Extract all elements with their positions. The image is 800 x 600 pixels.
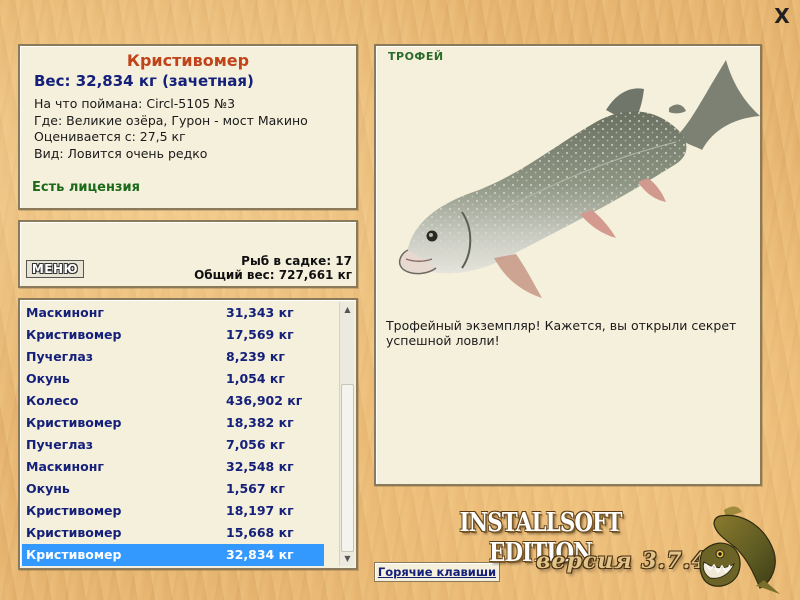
fish-list-row[interactable]: Окунь 1,054 кг	[22, 368, 324, 390]
fish-list-name: Маскинонг	[26, 459, 104, 474]
caught-with-text: На что поймана: Circl-5105 №3	[34, 96, 236, 111]
fish-image	[398, 60, 760, 298]
fish-weight: Вес: 32,834 кг (зачетная)	[34, 72, 254, 90]
fish-list-row[interactable]: Маскинонг 32,548 кг	[22, 456, 324, 478]
list-scrollbar[interactable]: ▲ ▼	[339, 302, 354, 566]
trophy-panel: ТРОФЕЙ Трофейный экземпляр! Кажется, вы …	[374, 44, 762, 486]
fish-list-row[interactable]: Кристивомер 32,834 кг	[22, 544, 324, 566]
fish-list-row[interactable]: Окунь 1,567 кг	[22, 478, 324, 500]
fish-count: Рыб в садке: 17	[241, 254, 352, 268]
license-status: Есть лицензия	[32, 180, 140, 195]
fish-list-row[interactable]: Кристивомер 15,668 кг	[22, 522, 324, 544]
trophy-description: Трофейный экземпляр! Кажется, вы открыли…	[386, 318, 737, 348]
fish-list-row[interactable]: Кристивомер 18,197 кг	[22, 500, 324, 522]
fish-list-row[interactable]: Пучеглаз 7,056 кг	[22, 434, 324, 456]
fish-list-name: Кристивомер	[26, 547, 122, 562]
fish-list-row[interactable]: Колесо 436,902 кг	[22, 390, 324, 412]
fish-list-weight: 18,382 кг	[226, 415, 294, 430]
fish-list-name: Окунь	[26, 371, 70, 386]
fish-list-weight: 436,902 кг	[226, 393, 303, 408]
fish-list-name: Пучеглаз	[26, 437, 94, 452]
fish-list-name: Маскинонг	[26, 305, 104, 320]
fish-list-weight: 7,056 кг	[226, 437, 285, 452]
fish-list-row[interactable]: Маскинонг 31,343 кг	[22, 302, 324, 324]
fish-list-weight: 32,834 кг	[226, 547, 294, 562]
trophy-label: ТРОФЕЙ	[388, 50, 444, 63]
kind-text: Вид: Ловится очень редко	[34, 145, 208, 161]
fish-list-row[interactable]: Кристивомер 18,382 кг	[22, 412, 324, 434]
menu-button[interactable]: МЕНЮ	[26, 260, 84, 278]
fish-list-name: Кристивомер	[26, 327, 122, 342]
fish-list-weight: 17,569 кг	[226, 327, 294, 342]
fish-list-weight: 31,343 кг	[226, 305, 294, 320]
fish-list-name: Окунь	[26, 481, 70, 496]
pike-logo-icon	[699, 506, 780, 594]
fish-list-weight: 1,054 кг	[226, 371, 285, 386]
scroll-up-icon[interactable]: ▲	[340, 302, 355, 317]
location-text: Где: Великие озёра, Гурон - мост Макино	[34, 112, 308, 128]
fish-list-weight: 15,668 кг	[226, 525, 294, 540]
fish-list-row[interactable]: Пучеглаз 8,239 кг	[22, 346, 324, 368]
fish-name: Кристивомер	[126, 51, 250, 70]
scroll-thumb[interactable]	[341, 384, 354, 552]
fish-list-name: Кристивомер	[26, 525, 122, 540]
fish-list-name: Кристивомер	[26, 503, 122, 518]
fish-list-name: Кристивомер	[26, 415, 122, 430]
fish-list-row[interactable]: Кристивомер 17,569 кг	[22, 324, 324, 346]
fish-list-weight: 8,239 кг	[226, 349, 285, 364]
fish-list-weight: 18,197 кг	[226, 503, 294, 518]
close-button[interactable]: X	[770, 4, 794, 28]
scroll-down-icon[interactable]: ▼	[340, 551, 355, 566]
fish-info-panel: Кристивомер Вес: 32,834 кг (зачетная) На…	[18, 44, 358, 210]
valued-from-text: Оценивается с: 27,5 кг	[34, 129, 186, 144]
fish-list-name: Пучеглаз	[26, 349, 94, 364]
version-label: версия 3.7.4	[536, 548, 708, 574]
fish-list-panel: Маскинонг 31,343 кг Кристивомер 17,569 кг Пу…	[18, 298, 358, 570]
cage-stats: Рыб в садке: 17 Общий вес: 727,661 кг	[194, 254, 352, 282]
fish-list-weight: 1,567 кг	[226, 481, 285, 496]
fish-list-name: Колесо	[26, 393, 79, 408]
fish-list-weight: 32,548 кг	[226, 459, 294, 474]
cage-panel: МЕНЮ Рыб в садке: 17 Общий вес: 727,661 …	[18, 220, 358, 288]
fish-list: Маскинонг 31,343 кг Кристивомер 17,569 кг Пу…	[22, 302, 324, 566]
total-weight: Общий вес: 727,661 кг	[194, 268, 352, 282]
